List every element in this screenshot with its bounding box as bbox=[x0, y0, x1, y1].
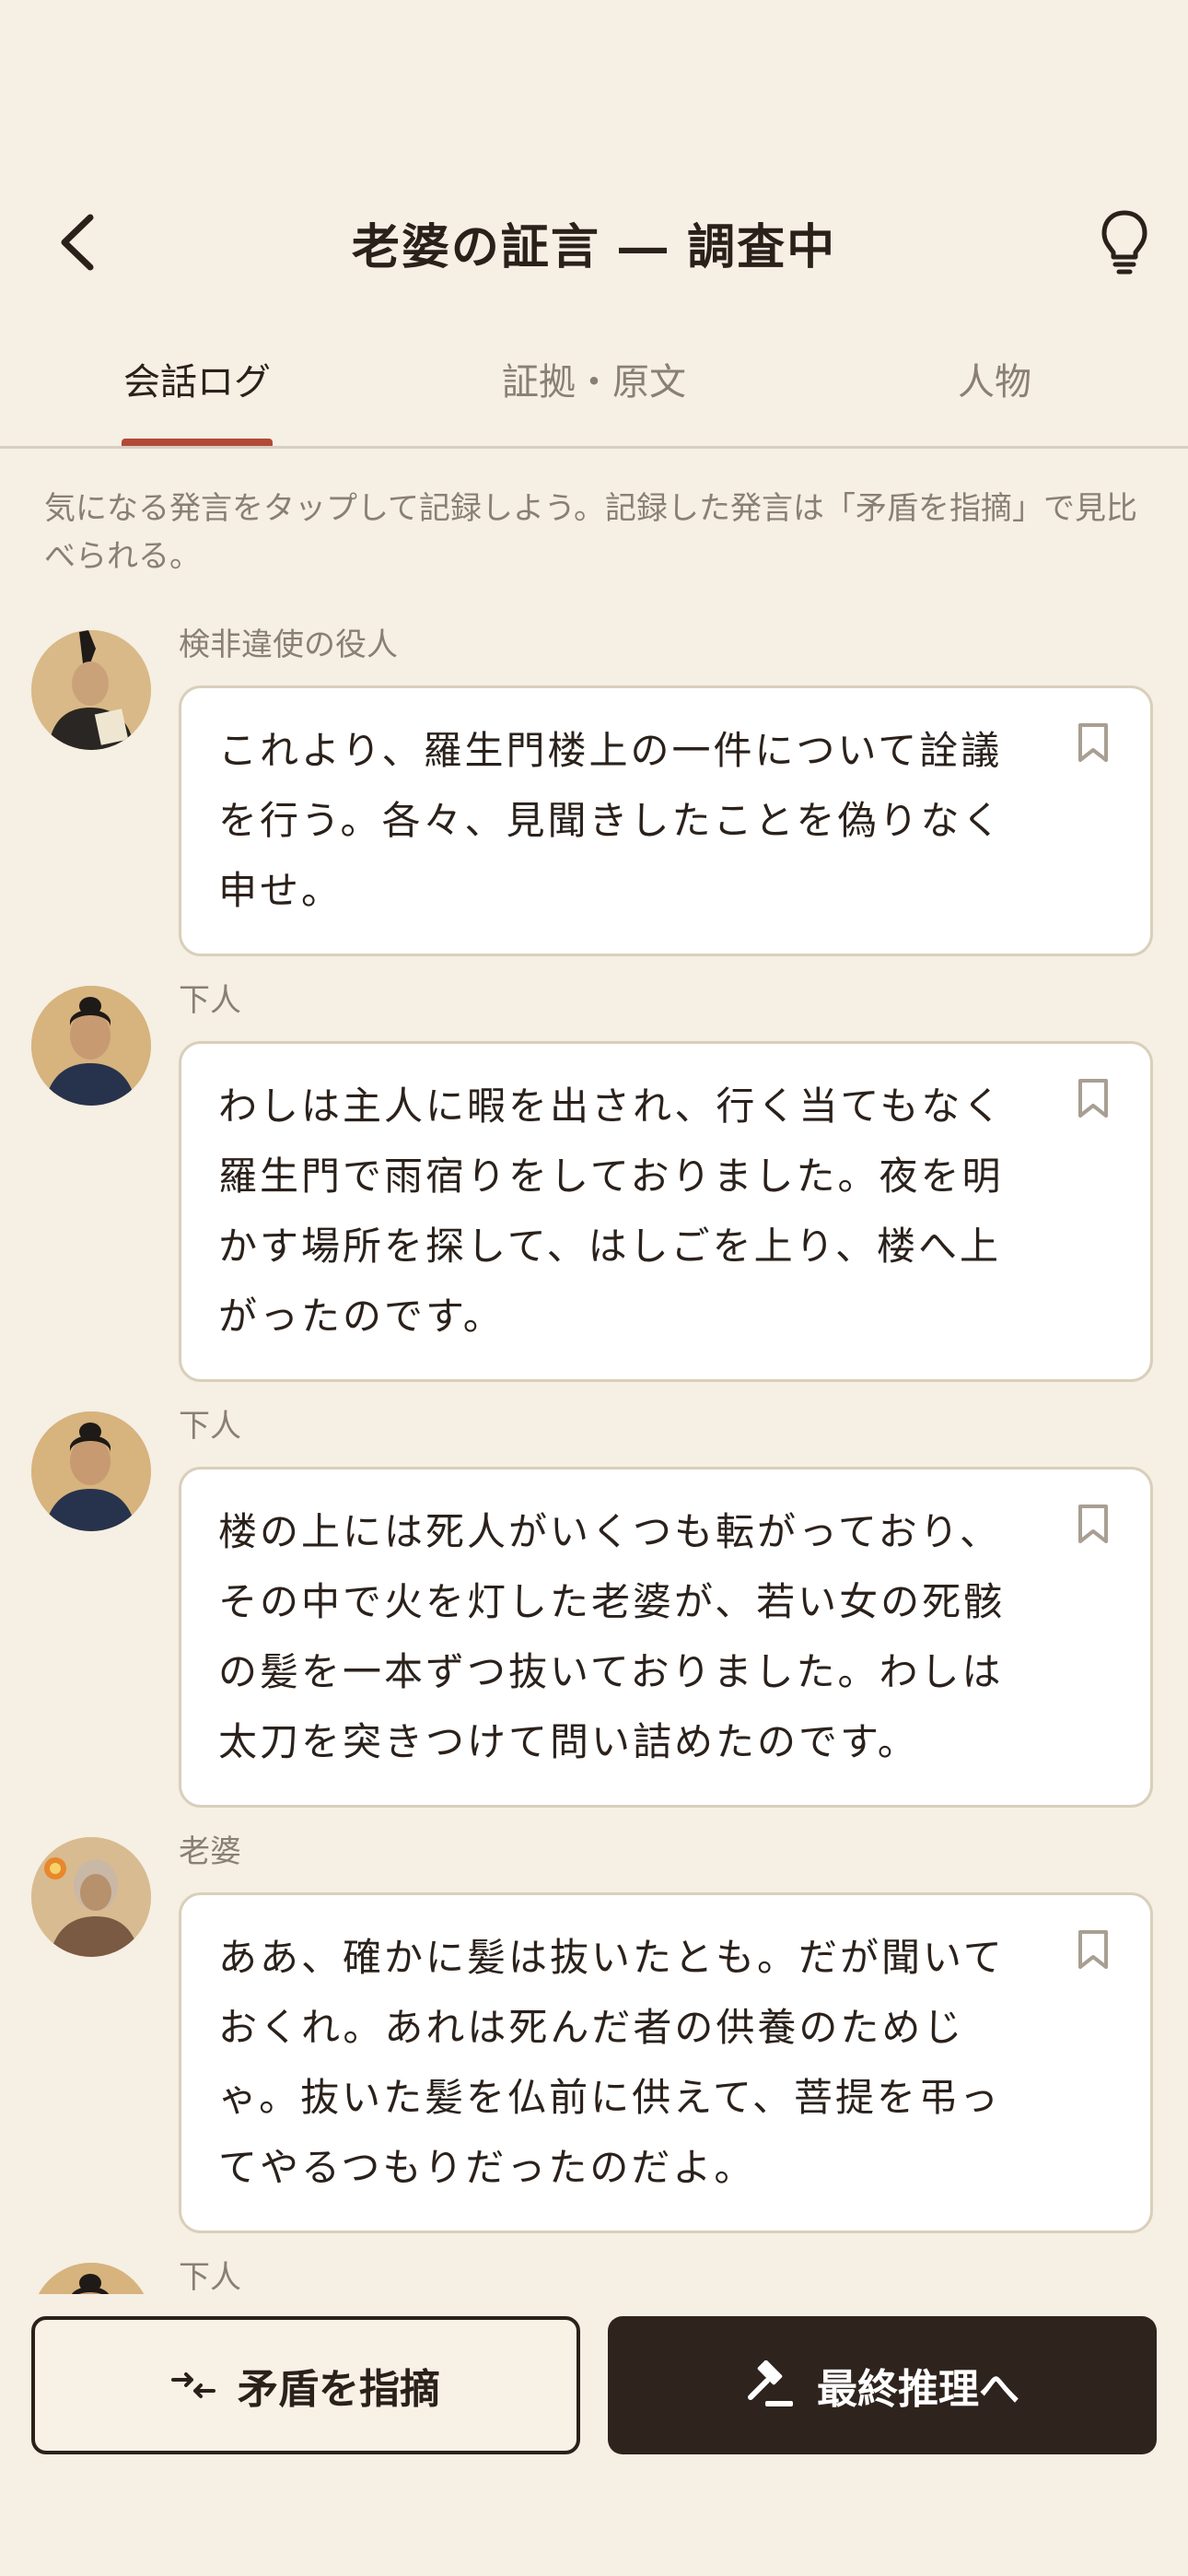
dialogue-bubble[interactable]: 楼の上には死人がいくつも転がっており、その中で火を灯した老婆が、若い女の死骸の髪… bbox=[179, 1467, 1153, 1808]
bookmark-icon[interactable] bbox=[1075, 1503, 1112, 1545]
lightbulb-icon bbox=[1101, 210, 1147, 275]
hint-button[interactable] bbox=[1092, 208, 1157, 276]
old-woman-avatar bbox=[31, 1837, 151, 1957]
tab-evidence-text[interactable]: 証拠・原文 bbox=[479, 352, 709, 405]
final-deduction-label: 最終推理へ bbox=[817, 2366, 1019, 2413]
compare-arrows-icon bbox=[171, 2372, 215, 2398]
official-avatar bbox=[31, 630, 151, 750]
servant-avatar bbox=[31, 2263, 151, 2294]
speaker-name: 検非違使の役人 bbox=[179, 626, 398, 663]
app-header: 老婆の証言 ― 調査中 bbox=[0, 0, 1188, 313]
dialogue-text: ああ、確かに髪は抜いたとも。だが聞いておくれ。あれは死んだ者の供養のためじゃ。抜… bbox=[218, 1935, 1005, 2190]
instruction-text: 気になる発言をタップして記録しよう。記録した発言は「矛盾を指摘」で見比べられる。 bbox=[44, 490, 1137, 575]
dialogue-bubble[interactable]: これより、羅生門楼上の一件について詮議を行う。各々、見聞きしたことを偽りなく申せ… bbox=[179, 685, 1153, 956]
final-deduction-button[interactable]: 最終推理へ bbox=[608, 2316, 1157, 2454]
bookmark-icon[interactable] bbox=[1075, 721, 1112, 764]
dialogue-text: 楼の上には死人がいくつも転がっており、その中で火を灯した老婆が、若い女の死骸の髪… bbox=[218, 1509, 1006, 1764]
active-tab-indicator bbox=[122, 439, 273, 446]
tab-conversation-log[interactable]: 会話ログ bbox=[122, 352, 273, 405]
servant-avatar bbox=[31, 1411, 151, 1531]
tab-characters[interactable]: 人物 bbox=[921, 352, 1068, 405]
point-contradiction-button[interactable]: 矛盾を指摘 bbox=[31, 2316, 580, 2454]
speaker-name: 下人 bbox=[179, 982, 241, 1019]
action-bar: 矛盾を指摘 最終推理へ bbox=[0, 2294, 1188, 2576]
bookmark-icon[interactable] bbox=[1075, 1928, 1112, 1971]
conversation-log[interactable]: 検非違使の役人 これより、羅生門楼上の一件について詮議を行う。各々、見聞きしたこ… bbox=[0, 608, 1188, 2294]
bookmark-icon[interactable] bbox=[1075, 1077, 1112, 1119]
page-title: 老婆の証言 ― 調査中 bbox=[351, 219, 837, 275]
dialogue-text: わしは主人に暇を出され、行く当てもなく羅生門で雨宿りをしておりました。夜を明かす… bbox=[218, 1083, 1005, 1339]
dialogue-bubble[interactable]: わしは主人に暇を出され、行く当てもなく羅生門で雨宿りをしておりました。夜を明かす… bbox=[179, 1041, 1153, 1382]
gavel-icon bbox=[748, 2360, 793, 2406]
servant-avatar bbox=[31, 986, 151, 1106]
speaker-name: 老婆 bbox=[179, 1833, 241, 1870]
dialogue-bubble[interactable]: ああ、確かに髪は抜いたとも。だが聞いておくれ。あれは死んだ者の供養のためじゃ。抜… bbox=[179, 1892, 1153, 2233]
dialogue-text: これより、羅生門楼上の一件について詮議を行う。各々、見聞きしたことを偽りなく申せ… bbox=[218, 728, 1004, 913]
speaker-name: 下人 bbox=[179, 1408, 241, 1445]
point-contradiction-label: 矛盾を指摘 bbox=[238, 2366, 440, 2413]
tab-bar: 会話ログ 証拠・原文 人物 bbox=[0, 343, 1188, 449]
speaker-name: 下人 bbox=[179, 2259, 241, 2294]
